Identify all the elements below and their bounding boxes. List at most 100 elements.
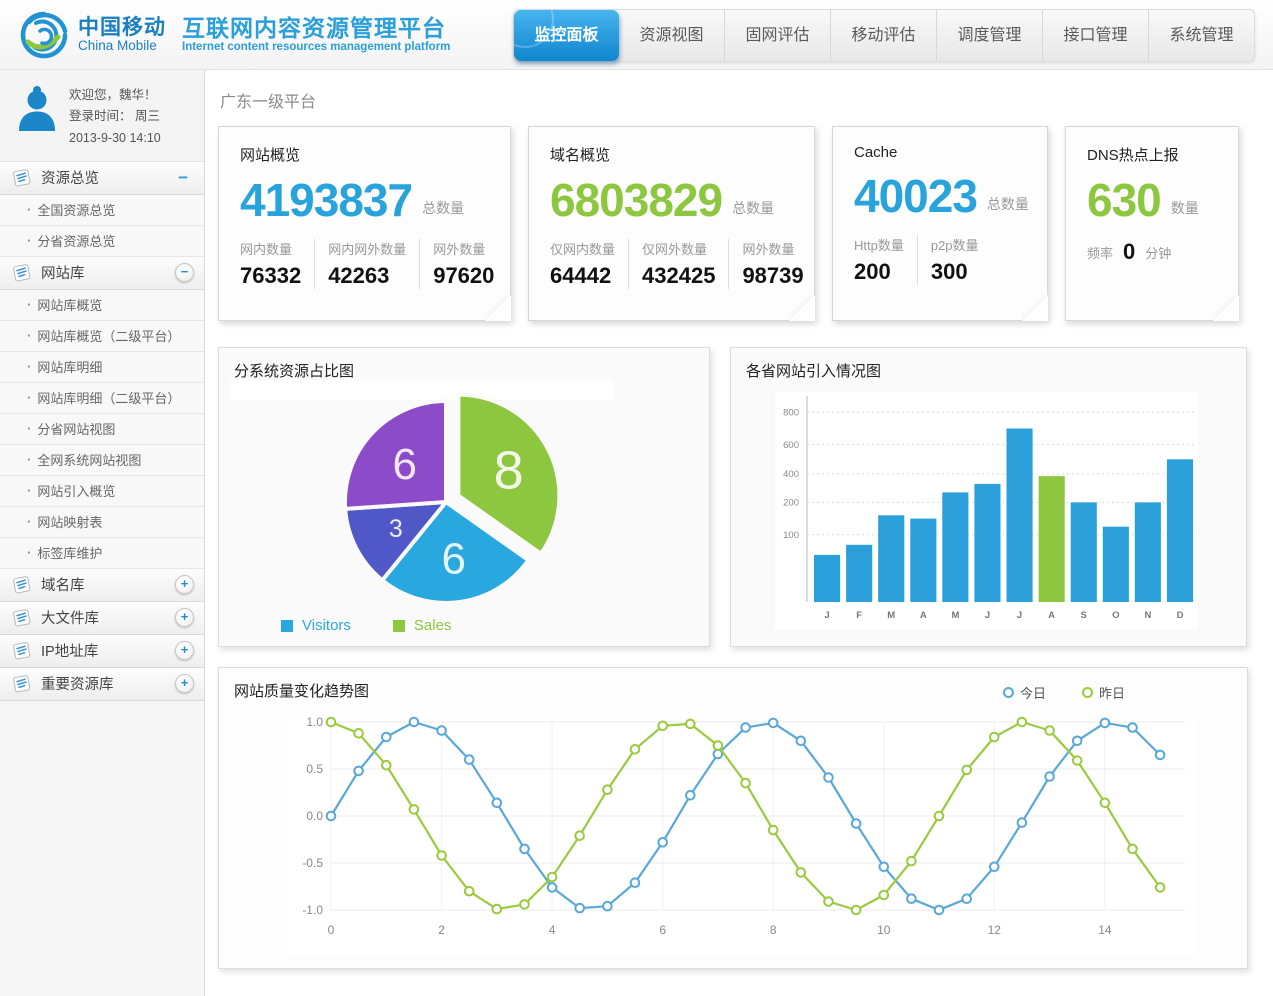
bullet-icon: · [27,483,31,498]
bullet-icon: · [27,297,31,312]
sidebar-section[interactable]: 重要资源库+ [0,668,204,701]
svg-text:F: F [856,610,862,621]
svg-text:8: 8 [494,440,524,500]
sidebar-item[interactable]: ·分省资源总览 [0,226,204,257]
legend-swatch-icon [281,620,293,632]
nav-tab[interactable]: 移动评估 [830,10,936,61]
svg-text:J: J [985,610,990,621]
svg-text:O: O [1112,610,1119,621]
page-curl [1213,295,1239,321]
user-avatar-icon [16,85,58,133]
nav-tab[interactable]: 接口管理 [1042,10,1148,61]
sidebar-menu: 资源总览−·全国资源总览·分省资源总览网站库−·网站库概览·网站库概览（二级平台… [0,162,204,701]
scroll-icon [11,263,33,283]
sidebar-item-label: 网站引入概览 [37,481,115,500]
sidebar-section[interactable]: 网站库− [0,257,204,290]
sidebar-item[interactable]: ·网站映射表 [0,507,204,538]
bullet-icon: · [27,202,31,217]
legend-swatch-icon [393,620,405,632]
card-substat: 网外数量98739 [728,239,816,289]
collapse-minus-icon[interactable]: − [175,263,194,282]
svg-text:0.5: 0.5 [306,762,323,776]
scroll-icon [11,641,33,661]
sidebar-section-label: 大文件库 [41,607,175,628]
bullet-icon: · [27,390,31,405]
svg-text:12: 12 [988,923,1002,937]
pie-legend: Visitors Sales [281,617,451,634]
bullet-icon: · [27,328,31,343]
login-time: 2013-9-30 14:10 [69,128,161,149]
sidebar-item-label: 网站库概览（二级平台） [37,326,180,345]
sidebar-item[interactable]: · 网站库概览（二级平台） [0,321,204,352]
card-total-unit: 总数量 [987,194,1029,219]
user-panel: 欢迎您，魏华！ 登录时间： 周三 2013-9-30 14:10 [0,70,204,162]
sidebar-item[interactable]: ·网站库明细（二级平台） [0,383,204,414]
nav-tab[interactable]: 系统管理 [1148,10,1254,61]
expand-plus-icon[interactable]: + [175,641,194,660]
pie-legend-entry[interactable]: Sales [393,617,452,634]
legend-label: Visitors [302,617,351,634]
sidebar-item-label: 分省资源总览 [37,231,115,250]
sidebar-section[interactable]: 域名库+ [0,569,204,602]
legend-ring-icon [1003,687,1014,698]
nav-tab[interactable]: 监控面板 [514,10,619,61]
substat-label: 仅网外数量 [642,239,715,258]
substat-value: 42263 [328,263,406,289]
nav-tab[interactable]: 固网评估 [724,10,830,61]
scroll-icon [11,168,33,188]
sidebar-item[interactable]: ·全网系统网站视图 [0,445,204,476]
svg-text:M: M [887,610,895,621]
substat-label: 网外数量 [742,239,803,258]
login-label: 登录时间： 周三 [69,106,161,127]
expand-plus-icon[interactable]: + [175,575,194,594]
sidebar-item[interactable]: · 网站引入概览 [0,476,204,507]
legend-label: 昨日 [1099,683,1125,702]
sidebar-section[interactable]: 资源总览− [0,162,204,195]
card-total-value: 630 [1087,177,1161,223]
bullet-icon: · [27,545,31,560]
line-legend-entry[interactable]: 今日 [1003,683,1046,702]
app-title: 互联网内容资源管理平台 [182,15,450,41]
sidebar-section[interactable]: 大文件库+ [0,602,204,635]
card-substat: 网内数量76332 [240,239,314,289]
card-title: Cache [854,144,1047,161]
legend-label: Sales [414,617,452,634]
line-legend-entry[interactable]: 昨日 [1082,683,1125,702]
line-panel: 网站质量变化趋势图 今日昨日 024681012141.00.50.0-0.5-… [218,667,1248,969]
collapse-minus-icon[interactable]: − [178,168,195,188]
pie-legend-entry[interactable]: Visitors [281,617,351,634]
stat-cards-row: 网站概览4193837总数量网内数量76332网内网外数量42263网外数量97… [218,126,1258,321]
nav-tab[interactable]: 调度管理 [936,10,1042,61]
sidebar: 欢迎您，魏华！ 登录时间： 周三 2013-9-30 14:10 资源总览−·全… [0,70,205,996]
nav-tab[interactable]: 资源视图 [619,10,724,61]
page-curl [789,295,815,321]
svg-text:10: 10 [877,923,891,937]
svg-text:D: D [1177,610,1184,621]
substat-label: 仅网内数量 [550,239,615,258]
sidebar-section-label: 重要资源库 [41,673,175,694]
card-total-unit: 总数量 [732,198,774,223]
sidebar-section[interactable]: IP地址库+ [0,635,204,668]
expand-plus-icon[interactable]: + [175,608,194,627]
sidebar-item[interactable]: ·网站库概览 [0,290,204,321]
line-legend: 今日 昨日 [1003,683,1125,702]
expand-plus-icon[interactable]: + [175,674,194,693]
svg-text:A: A [920,610,927,621]
bullet-icon: · [27,421,31,436]
card-total-value: 40023 [854,173,977,219]
page-curl [1022,295,1048,321]
page: 中国移动 China Mobile 互联网内容资源管理平台 Internet c… [0,0,1273,996]
freq-value: 0 [1123,239,1135,265]
sidebar-item[interactable]: ·网站库明细 [0,352,204,383]
sidebar-item[interactable]: ·全国资源总览 [0,195,204,226]
substat-value: 432425 [642,263,715,289]
card-substat: 网外数量97620 [419,239,507,289]
sidebar-item[interactable]: ·标签库维护 [0,538,204,569]
substat-value: 97620 [433,263,494,289]
main-content: 广东一级平台 网站概览4193837总数量网内数量76332网内网外数量4226… [205,70,1273,996]
pie-chart: 8636 [219,386,711,614]
bar-panel: 各省网站引入情况图 100200400600800JFMAMJJASOND [730,347,1247,647]
svg-text:200: 200 [783,498,799,509]
svg-text:14: 14 [1098,923,1112,937]
sidebar-item[interactable]: ·分省网站视图 [0,414,204,445]
